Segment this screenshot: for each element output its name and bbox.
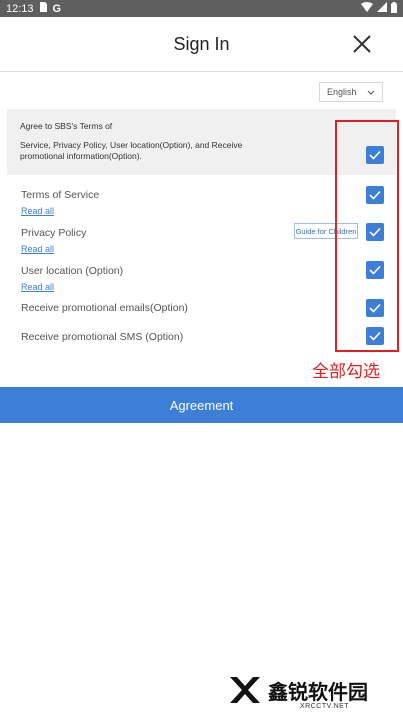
close-icon <box>353 35 371 53</box>
chevron-down-icon <box>367 88 375 98</box>
user-location-label: User location (Option) <box>21 265 124 277</box>
user-location-read-all-link[interactable]: Read all <box>21 282 54 292</box>
annotation-text: 全部勾选 <box>312 362 380 382</box>
x-logo-icon <box>230 677 260 703</box>
page-title: Sign In <box>173 34 230 54</box>
promotional-emails-label: Receive promotional emails(Option) <box>21 302 188 314</box>
terms-of-service-label: Terms of Service <box>21 189 100 201</box>
language-select[interactable]: English <box>319 82 383 102</box>
agree-all-description: Service, Privacy Policy, User location(O… <box>20 140 243 161</box>
app-notification-icon: G <box>52 2 62 15</box>
header: Sign In <box>0 17 403 72</box>
sim-card-icon <box>39 2 47 15</box>
signal-icon <box>377 2 387 15</box>
privacy-policy-label: Privacy Policy <box>21 227 87 239</box>
watermark-domain: XRCCTV.NET <box>300 703 350 710</box>
promotional-sms-label: Receive promotional SMS (Option) <box>21 331 184 343</box>
agreement-button[interactable]: Agreement <box>0 387 403 423</box>
wifi-icon <box>361 2 373 15</box>
privacy-policy-read-all-link[interactable]: Read all <box>21 244 54 254</box>
status-bar: 12:13 G <box>0 0 403 17</box>
close-button[interactable] <box>351 33 373 55</box>
battery-icon <box>391 1 397 16</box>
watermark: 鑫锐软件园 XRCCTV.NET <box>228 675 368 710</box>
agree-all-title: Agree to SBS's Terms of <box>20 121 113 131</box>
status-time: 12:13 <box>6 2 34 15</box>
terms-of-service-read-all-link[interactable]: Read all <box>21 206 54 216</box>
language-selected: English <box>327 87 357 97</box>
annotation-highlight-box <box>335 120 399 352</box>
watermark-brand: 鑫锐软件园 <box>268 679 368 704</box>
